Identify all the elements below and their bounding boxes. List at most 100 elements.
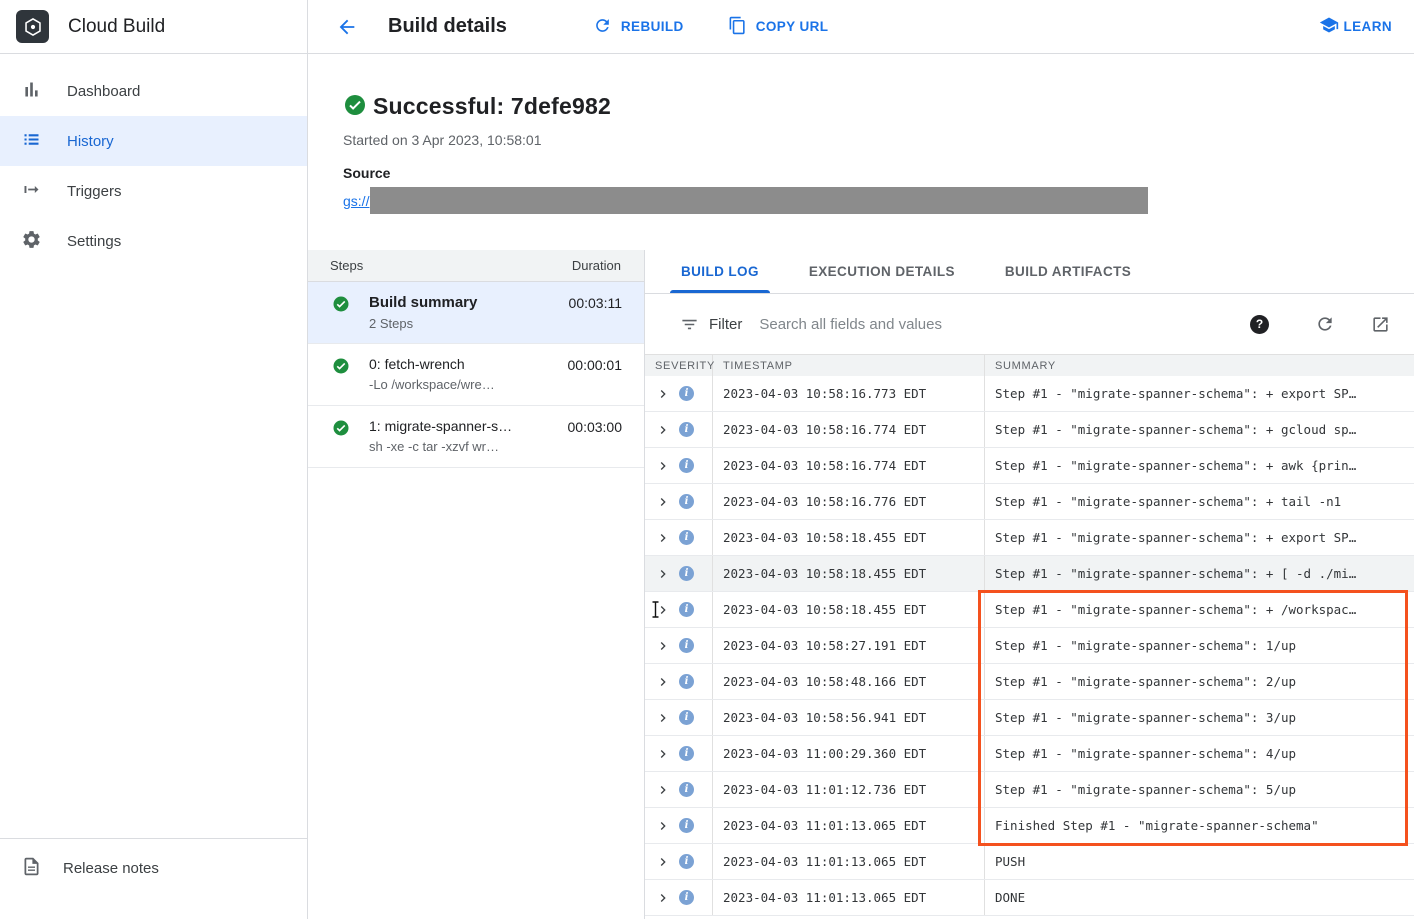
chevron-right-icon[interactable] [655,710,671,726]
log-row[interactable]: i 2023-04-03 11:01:13.065 EDT DONE [645,880,1414,916]
info-icon: i [679,566,694,581]
chevron-right-icon[interactable] [655,458,671,474]
step-text: 1: migrate-spanner-s… sh -xe -c tar -xzv… [369,418,568,454]
build-info: Successful: 7defe982 Started on 3 Apr 20… [308,54,1414,250]
sidebar-item-settings[interactable]: Settings [0,216,307,266]
log-severity-cell: i [645,592,713,627]
chevron-right-icon[interactable] [655,782,671,798]
log-severity-cell: i [645,628,713,663]
log-severity-cell: i [645,808,713,843]
dashboard-icon [21,79,42,104]
log-panel: BUILD LOG EXECUTION DETAILS BUILD ARTIFA… [645,250,1414,919]
sidebar-item-label: History [67,133,114,150]
log-row[interactable]: i 2023-04-03 10:58:18.455 EDT Step #1 - … [645,556,1414,592]
log-severity-cell: i [645,880,713,915]
log-row[interactable]: i 2023-04-03 10:58:16.774 EDT Step #1 - … [645,448,1414,484]
log-row[interactable]: i 2023-04-03 10:58:18.455 EDT Step #1 - … [645,592,1414,628]
log-row[interactable]: i 2023-04-03 10:58:16.774 EDT Step #1 - … [645,412,1414,448]
source-link[interactable]: gs:// [343,193,369,209]
log-row[interactable]: i 2023-04-03 10:58:48.166 EDT Step #1 - … [645,664,1414,700]
sidebar: Cloud Build Dashboard History Triggers S… [0,0,308,919]
refresh-icon [593,16,612,38]
step-row-0-fetch-wrench[interactable]: 0: fetch-wrench -Lo /workspace/wre… 00:0… [308,344,644,406]
log-row[interactable]: i 2023-04-03 11:01:12.736 EDT Step #1 - … [645,772,1414,808]
log-search-input[interactable] [759,316,1234,333]
chevron-right-icon[interactable] [655,854,671,870]
log-row[interactable]: i 2023-04-03 10:58:16.776 EDT Step #1 - … [645,484,1414,520]
chevron-right-icon[interactable] [655,746,671,762]
log-row-summary: Step #1 - "migrate-spanner-schema": 1/up [985,628,1414,663]
log-row-summary: Step #1 - "migrate-spanner-schema": + gc… [985,412,1414,447]
sidebar-item-triggers[interactable]: Triggers [0,166,307,216]
step-text: Build summary 2 Steps [369,294,569,331]
source-label: Source [343,165,1414,181]
step-row-1-migrate-spanner[interactable]: 1: migrate-spanner-s… sh -xe -c tar -xzv… [308,406,644,468]
chevron-right-icon[interactable] [655,602,671,618]
chevron-right-icon[interactable] [655,674,671,690]
refresh-logs-button[interactable] [1315,314,1335,334]
log-row[interactable]: i 2023-04-03 11:00:29.360 EDT Step #1 - … [645,736,1414,772]
info-icon: i [679,602,694,617]
step-success-icon [332,295,350,316]
chevron-right-icon[interactable] [655,422,671,438]
info-icon: i [679,638,694,653]
sidebar-item-history[interactable]: History [0,116,307,166]
log-row-summary: DONE [985,880,1414,915]
success-check-icon [343,93,367,120]
learn-button[interactable]: LEARN [1319,15,1393,38]
sidebar-item-label: Triggers [67,183,121,200]
log-row-summary: Finished Step #1 - "migrate-spanner-sche… [985,808,1414,843]
log-row-timestamp: 2023-04-03 11:01:13.065 EDT [713,808,985,843]
log-row-timestamp: 2023-04-03 11:01:13.065 EDT [713,880,985,915]
log-row[interactable]: i 2023-04-03 10:58:18.455 EDT Step #1 - … [645,520,1414,556]
log-severity-cell: i [645,556,713,591]
sidebar-item-dashboard[interactable]: Dashboard [0,66,307,116]
log-row[interactable]: i 2023-04-03 10:58:16.773 EDT Step #1 - … [645,376,1414,412]
sidebar-item-label: Settings [67,233,121,250]
step-subtitle: 2 Steps [369,316,569,331]
duration-column-label: Duration [572,258,621,273]
sidebar-nav: Dashboard History Triggers Settings [0,54,307,266]
chevron-right-icon[interactable] [655,494,671,510]
log-row[interactable]: i 2023-04-03 11:01:13.065 EDT Finished S… [645,808,1414,844]
log-severity-cell: i [645,412,713,447]
log-row-summary: Step #1 - "migrate-spanner-schema": + ex… [985,376,1414,411]
chevron-right-icon[interactable] [655,638,671,654]
log-row-summary: Step #1 - "migrate-spanner-schema": 3/up [985,700,1414,735]
rebuild-button[interactable]: REBUILD [593,16,684,38]
help-icon[interactable]: ? [1250,315,1269,334]
log-severity-cell: i [645,484,713,519]
filter-label: Filter [709,316,742,333]
log-row[interactable]: i 2023-04-03 10:58:27.191 EDT Step #1 - … [645,628,1414,664]
chevron-right-icon[interactable] [655,530,671,546]
step-duration: 00:03:00 [568,419,623,435]
log-row-timestamp: 2023-04-03 10:58:16.774 EDT [713,448,985,483]
log-filter-bar: Filter ? [645,294,1414,354]
back-button[interactable] [335,15,359,39]
log-row[interactable]: i 2023-04-03 10:58:56.941 EDT Step #1 - … [645,700,1414,736]
log-table-header: SEVERITY TIMESTAMP SUMMARY [645,354,1414,376]
info-icon: i [679,782,694,797]
tab-build-log[interactable]: BUILD LOG [656,250,784,293]
log-tabs: BUILD LOG EXECUTION DETAILS BUILD ARTIFA… [645,250,1414,294]
redacted-source-path [370,187,1148,214]
tab-execution-details[interactable]: EXECUTION DETAILS [784,250,980,293]
info-icon: i [679,674,694,689]
step-row-build-summary[interactable]: Build summary 2 Steps 00:03:11 [308,282,644,344]
log-row[interactable]: i 2023-04-03 11:01:13.065 EDT PUSH [645,844,1414,880]
log-row-timestamp: 2023-04-03 10:58:48.166 EDT [713,664,985,699]
tab-build-artifacts[interactable]: BUILD ARTIFACTS [980,250,1156,293]
info-icon: i [679,746,694,761]
chevron-right-icon[interactable] [655,818,671,834]
info-icon: i [679,458,694,473]
release-notes-link[interactable]: Release notes [0,843,307,893]
chevron-right-icon[interactable] [655,566,671,582]
log-severity-cell: i [645,664,713,699]
log-row-summary: Step #1 - "migrate-spanner-schema": + ex… [985,520,1414,555]
sidebar-header: Cloud Build [0,0,307,54]
copy-url-button[interactable]: COPY URL [728,16,829,38]
open-in-new-icon[interactable] [1371,315,1390,334]
log-row-summary: Step #1 - "migrate-spanner-schema": 5/up [985,772,1414,807]
chevron-right-icon[interactable] [655,890,671,906]
chevron-right-icon[interactable] [655,386,671,402]
